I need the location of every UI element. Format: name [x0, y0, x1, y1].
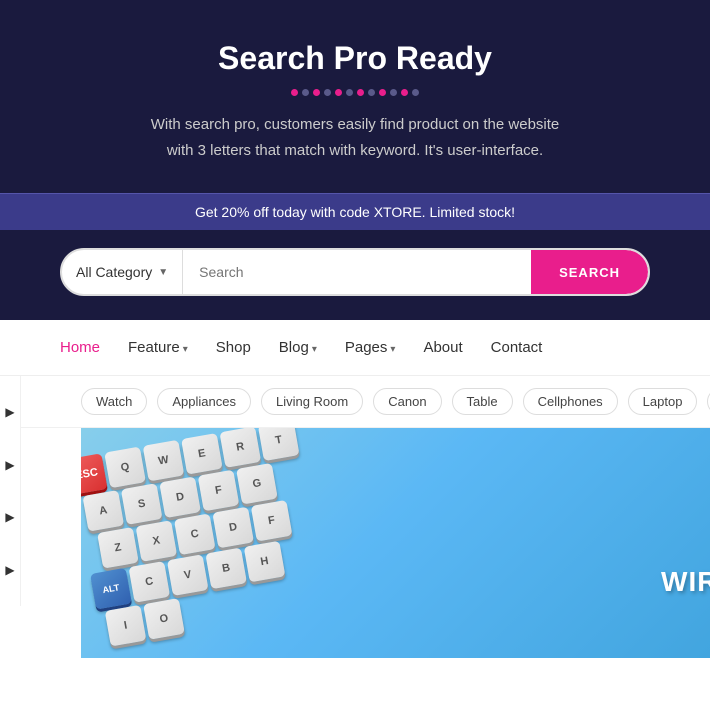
key-esc: ESC [81, 453, 108, 495]
key-t: T [258, 428, 300, 461]
tag-cellphones[interactable]: Cellphones [523, 388, 618, 415]
key-e: E [181, 433, 223, 475]
nav-list: Home Feature▾ Shop Blog▾ Pages▾ About [60, 339, 542, 357]
key-v: V [167, 554, 209, 596]
category-dropdown[interactable]: All Category ▼ [62, 250, 183, 294]
key-d2: D [212, 507, 254, 549]
main-content: ▶ ▶ ▶ ▶ Watch Appliances Living Room Can… [0, 376, 710, 658]
key-w: W [143, 440, 185, 482]
hero-title: Search Pro Ready [20, 40, 690, 77]
nav-link-blog[interactable]: Blog▾ [279, 339, 317, 356]
nav-item-pages[interactable]: Pages▾ [345, 339, 396, 357]
tag-laptop[interactable]: Laptop [628, 388, 698, 415]
sidebar-arrow-1[interactable]: ▶ [0, 402, 20, 422]
pages-dropdown-arrow: ▾ [390, 344, 395, 355]
nav-link-shop[interactable]: Shop [216, 339, 251, 356]
nav-link-contact[interactable]: Contact [491, 339, 543, 356]
tag-watch[interactable]: Watch [81, 388, 147, 415]
key-h: H [244, 541, 286, 583]
dot-5 [335, 89, 342, 96]
search-bar: All Category ▼ SEARCH [60, 248, 650, 296]
nav-item-shop[interactable]: Shop [216, 339, 251, 357]
hero-subtitle: With search pro, customers easily find p… [135, 112, 575, 163]
search-area: All Category ▼ SEARCH [0, 230, 710, 320]
nav-item-contact[interactable]: Contact [491, 339, 543, 357]
content-right: Watch Appliances Living Room Canon Table… [21, 376, 710, 658]
dot-12 [412, 89, 419, 96]
tag-appliances[interactable]: Appliances [157, 388, 251, 415]
dot-10 [390, 89, 397, 96]
key-c: C [174, 513, 216, 555]
main-navigation: Home Feature▾ Shop Blog▾ Pages▾ About [0, 320, 710, 376]
dot-7 [357, 89, 364, 96]
dot-4 [324, 89, 331, 96]
nav-item-home[interactable]: Home [60, 339, 100, 357]
sidebar-arrow-3[interactable]: ▶ [0, 507, 20, 527]
promo-bar: Get 20% off today with code XTORE. Limit… [0, 193, 710, 230]
nav-item-blog[interactable]: Blog▾ [279, 339, 317, 357]
dot-1 [291, 89, 298, 96]
sidebar-arrow-2[interactable]: ▶ [0, 455, 20, 475]
tag-canon[interactable]: Canon [373, 388, 441, 415]
dot-8 [368, 89, 375, 96]
dot-6 [346, 89, 353, 96]
hero-section: Search Pro Ready With search pro, custom… [0, 0, 710, 193]
promo-text: Get 20% off today with code XTORE. Limit… [195, 204, 515, 220]
keyboard-image: ESC Q W E R T A S D F G Z X C [81, 428, 327, 652]
search-input[interactable] [183, 250, 531, 294]
nav-link-home[interactable]: Home [60, 339, 100, 356]
category-dropdown-arrow: ▼ [158, 267, 168, 278]
key-x: X [136, 520, 178, 562]
nav-item-feature[interactable]: Feature▾ [128, 339, 188, 357]
key-r: R [219, 428, 261, 468]
search-button[interactable]: SEARCH [531, 250, 648, 294]
nav-link-feature[interactable]: Feature▾ [128, 339, 188, 356]
key-f: F [198, 470, 240, 512]
nav-link-about[interactable]: About [423, 339, 462, 356]
dot-11 [401, 89, 408, 96]
key-z: Z [97, 527, 139, 569]
dot-2 [302, 89, 309, 96]
key-s: S [121, 483, 163, 525]
category-label: All Category [76, 264, 152, 280]
dot-3 [313, 89, 320, 96]
banner-area: ESC Q W E R T A S D F G Z X C [81, 428, 710, 658]
key-alt: ALT [90, 568, 132, 610]
tag-table[interactable]: Table [452, 388, 513, 415]
key-extra1: I [105, 605, 147, 647]
feature-dropdown-arrow: ▾ [183, 344, 188, 355]
tag-livingroom[interactable]: Living Room [261, 388, 363, 415]
blog-dropdown-arrow: ▾ [312, 344, 317, 355]
key-d: D [159, 476, 201, 518]
key-q: Q [104, 447, 146, 489]
banner-text-main: WIRELESS M [661, 566, 710, 598]
key-b: B [205, 547, 247, 589]
nav-link-pages[interactable]: Pages▾ [345, 339, 396, 356]
sidebar-arrow-4[interactable]: ▶ [0, 560, 20, 580]
hero-dots [20, 89, 690, 96]
dot-9 [379, 89, 386, 96]
sidebar-arrows: ▶ ▶ ▶ ▶ [0, 376, 21, 606]
tags-bar: Watch Appliances Living Room Canon Table… [21, 376, 710, 428]
key-a: A [82, 490, 124, 532]
key-f2: F [251, 500, 293, 542]
key-c2: C [128, 561, 170, 603]
key-g: G [236, 463, 278, 505]
nav-item-about[interactable]: About [423, 339, 462, 357]
key-extra2: O [143, 598, 185, 640]
